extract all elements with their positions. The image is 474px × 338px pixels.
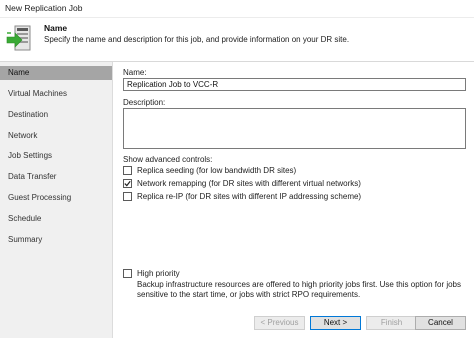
sidebar-item-data-transfer[interactable]: Data Transfer: [0, 170, 112, 184]
name-label: Name:: [123, 68, 147, 77]
sidebar-item-summary[interactable]: Summary: [0, 233, 112, 247]
page-title: Name: [44, 23, 68, 33]
next-button[interactable]: Next >: [310, 316, 361, 330]
checkmark-icon: [124, 180, 131, 187]
title-bar: New Replication Job: [0, 0, 474, 18]
high-priority-label: High priority: [137, 269, 180, 278]
advanced-controls-label: Show advanced controls:: [123, 155, 213, 164]
replica-seeding-label: Replica seeding (for low bandwidth DR si…: [137, 166, 297, 175]
description-label: Description:: [123, 98, 166, 107]
replica-seeding-checkbox[interactable]: [123, 166, 132, 175]
network-remapping-label: Network remapping (for DR sites with dif…: [137, 179, 361, 188]
replica-reip-label: Replica re-IP (for DR sites with differe…: [137, 192, 362, 201]
page-description: Specify the name and description for thi…: [44, 35, 350, 44]
sidebar-item-job-settings[interactable]: Job Settings: [0, 149, 112, 163]
finish-button[interactable]: Finish: [366, 316, 417, 330]
previous-button[interactable]: < Previous: [254, 316, 305, 330]
wizard-steps-sidebar: Name Virtual Machines Destination Networ…: [0, 62, 113, 338]
window-title: New Replication Job: [5, 3, 83, 13]
high-priority-help-line2: sensitive to the start time, or jobs wit…: [137, 290, 361, 299]
job-description-textarea[interactable]: [123, 108, 466, 149]
high-priority-checkbox[interactable]: [123, 269, 132, 278]
sidebar-item-name[interactable]: Name: [0, 66, 112, 80]
replication-job-icon: [6, 25, 32, 53]
sidebar-item-network[interactable]: Network: [0, 129, 112, 143]
wizard-header: Name Specify the name and description fo…: [0, 18, 474, 62]
job-name-input[interactable]: [123, 78, 466, 91]
network-remapping-checkbox[interactable]: [123, 179, 132, 188]
replica-reip-checkbox[interactable]: [123, 192, 132, 201]
sidebar-item-virtual-machines[interactable]: Virtual Machines: [0, 87, 112, 101]
sidebar-item-guest-processing[interactable]: Guest Processing: [0, 191, 112, 205]
cancel-button[interactable]: Cancel: [415, 316, 466, 330]
wizard-content: Name: Description: Show advanced control…: [113, 62, 474, 338]
high-priority-help-line1: Backup infrastructure resources are offe…: [137, 280, 462, 289]
sidebar-item-destination[interactable]: Destination: [0, 108, 112, 122]
sidebar-item-schedule[interactable]: Schedule: [0, 212, 112, 226]
